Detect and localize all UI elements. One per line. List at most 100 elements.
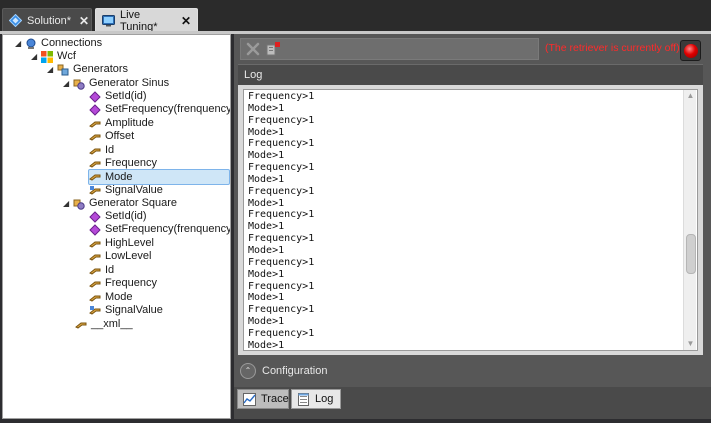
generator-class-icon xyxy=(73,78,85,90)
tree-item-property[interactable]: LowLevel xyxy=(89,250,151,263)
log-line: Frequency>1 xyxy=(248,209,315,221)
tree-item-method[interactable]: SetFrequency(frenquency) xyxy=(89,103,231,116)
tree-item-property[interactable]: Frequency xyxy=(89,277,157,290)
log-scrollbar[interactable]: ▲ ▼ xyxy=(683,90,696,350)
tree-item-label: Generators xyxy=(73,63,129,75)
method-icon xyxy=(89,90,101,103)
tree-item-label: Mode xyxy=(105,170,133,183)
wcf-icon xyxy=(41,50,53,63)
log-line: Mode>1 xyxy=(248,268,285,280)
log-line: Mode>1 xyxy=(248,102,285,114)
tree-item-generators[interactable]: ◢ Generators xyxy=(47,63,128,76)
configuration-expander[interactable]: ⌃ Configuration xyxy=(238,360,703,382)
tree-item-property[interactable]: Mode xyxy=(89,291,133,304)
connections-icon xyxy=(25,38,37,50)
tree-item-label: Amplitude xyxy=(105,117,154,129)
log-line: Frequency>1 xyxy=(248,280,315,292)
tree-item-label: Mode xyxy=(105,291,133,303)
method-icon xyxy=(89,223,101,236)
expand-arrow-icon[interactable]: ◢ xyxy=(47,63,57,76)
tree-item-property[interactable]: HighLevel xyxy=(89,237,154,250)
tree-item-label: Generator Square xyxy=(89,197,178,209)
property-icon xyxy=(89,238,101,250)
property-icon xyxy=(89,251,101,263)
solution-icon xyxy=(8,13,23,28)
expand-arrow-icon[interactable]: ◢ xyxy=(15,37,25,50)
tab-log[interactable]: Log xyxy=(291,389,341,409)
method-icon xyxy=(89,210,101,223)
tree-item-label: Connections xyxy=(41,37,103,49)
scroll-down-icon[interactable]: ▼ xyxy=(684,338,697,350)
property-icon xyxy=(89,145,101,157)
retriever-config-icon[interactable] xyxy=(265,41,281,57)
log-line: Frequency>1 xyxy=(248,114,315,126)
tab-live-tuning[interactable]: Live Tuning* ✕ xyxy=(95,8,198,33)
tab-solution[interactable]: Solution* ✕ xyxy=(2,8,92,32)
generator-class-icon xyxy=(73,198,85,210)
tree-item-label: Id xyxy=(105,264,115,276)
tree-item-wcf[interactable]: ◢ Wcf xyxy=(31,50,76,63)
tree-item-method[interactable]: SetId(id) xyxy=(89,210,147,223)
configuration-label: Configuration xyxy=(262,365,328,377)
tree-item-label: SetFrequency(frenquency) xyxy=(105,223,231,235)
expand-arrow-icon[interactable]: ◢ xyxy=(63,77,73,90)
scroll-up-icon[interactable]: ▲ xyxy=(684,90,697,102)
expand-arrow-icon[interactable]: ◢ xyxy=(63,197,73,210)
tree-item-label: SignalValue xyxy=(105,304,163,316)
close-icon[interactable]: ✕ xyxy=(181,14,191,28)
tree-item-xml[interactable]: __xml__ xyxy=(75,318,133,331)
tree-item-label: SetFrequency(frenquency) xyxy=(105,103,231,115)
tree-item-label: Wcf xyxy=(57,50,76,62)
tree-item-label: Id xyxy=(105,144,115,156)
log-line: Mode>1 xyxy=(248,197,285,209)
clear-icon[interactable] xyxy=(245,41,261,57)
close-icon[interactable]: ✕ xyxy=(79,14,89,28)
tree-item-generator-sinus[interactable]: ◢ Generator Sinus xyxy=(63,77,169,90)
property-icon xyxy=(75,319,87,331)
expand-arrow-icon[interactable]: ◢ xyxy=(31,50,41,63)
tree-item-label: Generator Sinus xyxy=(89,77,170,89)
generators-folder-icon xyxy=(57,64,69,76)
tree-item-connections[interactable]: ◢ Connections xyxy=(15,37,102,50)
tree-item-label: LowLevel xyxy=(105,250,152,262)
signal-property-icon xyxy=(89,185,101,197)
log-line: Frequency>1 xyxy=(248,327,315,339)
log-line: Frequency>1 xyxy=(248,304,315,316)
tab-live-tuning-label: Live Tuning* xyxy=(120,8,158,33)
tree-item-property[interactable]: Amplitude xyxy=(89,117,154,130)
tab-log-label: Log xyxy=(315,393,334,405)
tree-item-property[interactable]: Offset xyxy=(89,130,134,143)
log-output[interactable]: Frequency>1 Mode>1 Frequency>1 Mode>1 Freque… xyxy=(243,89,698,351)
tree-item-method[interactable]: SetFrequency(frenquency) xyxy=(89,223,231,236)
property-icon xyxy=(89,265,101,277)
log-line: Mode>1 xyxy=(248,244,285,256)
log-line: Frequency>1 xyxy=(248,233,315,245)
log-header: Log xyxy=(238,64,703,85)
tree-item-property-selected[interactable]: Mode xyxy=(88,169,230,185)
record-icon xyxy=(684,44,698,58)
log-line: Mode>1 xyxy=(248,150,285,162)
tree-item-property[interactable]: Id xyxy=(89,144,114,157)
scroll-thumb[interactable] xyxy=(686,234,696,274)
tree-item-property[interactable]: SignalValue xyxy=(89,184,163,197)
tree-item-property[interactable]: Id xyxy=(89,264,114,277)
tree-item-generator-square[interactable]: ◢ Generator Square xyxy=(63,197,177,210)
retriever-toggle-button[interactable] xyxy=(680,40,701,61)
tree-item-label: SetId(id) xyxy=(105,90,147,102)
property-icon xyxy=(89,158,101,170)
expand-up-icon[interactable]: ⌃ xyxy=(240,363,256,379)
tree-item-method[interactable]: SetId(id) xyxy=(89,90,147,103)
log-lines: Frequency>1 Mode>1 Frequency>1 Mode>1 Freque… xyxy=(248,91,315,350)
property-icon xyxy=(89,118,101,130)
log-line: Mode>1 xyxy=(248,316,285,328)
log-line: Mode>1 xyxy=(248,221,285,233)
method-icon xyxy=(89,103,101,116)
tree-item-property[interactable]: SignalValue xyxy=(89,304,163,317)
tab-trace[interactable]: Trace xyxy=(237,389,289,409)
bottom-tab-bar: Trace Log xyxy=(234,387,711,419)
connections-tree[interactable]: ◢ Connections ◢ Wcf ◢ Generators ◢ Gener… xyxy=(2,34,231,419)
tree-item-label: __xml__ xyxy=(91,318,133,330)
log-line: Mode>1 xyxy=(248,292,285,304)
log-line: Frequency>1 xyxy=(248,185,315,197)
tree-item-label: HighLevel xyxy=(105,237,154,249)
